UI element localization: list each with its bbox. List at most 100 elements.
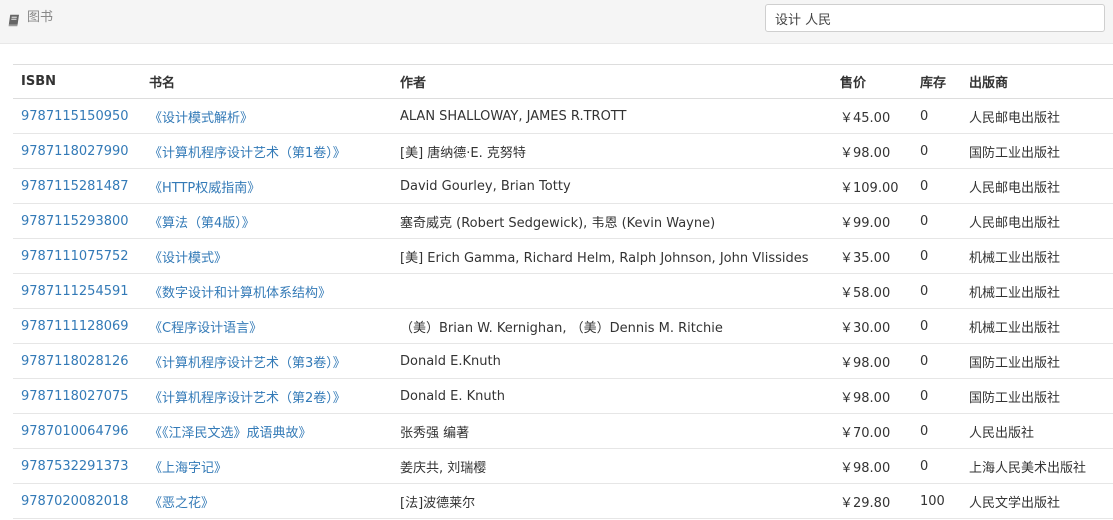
publisher-cell: 人民出版社 xyxy=(961,413,1113,449)
isbn-link[interactable]: 9787532291373 xyxy=(21,459,129,474)
book-title-link[interactable]: 《设计模式》 xyxy=(149,251,227,266)
column-header-price: 售价 xyxy=(832,64,912,99)
isbn-link[interactable]: 9787111128069 xyxy=(21,319,129,334)
author-cell: 塞奇威克 (Robert Sedgewick), 韦恩 (Kevin Wayne… xyxy=(392,203,832,239)
isbn-link[interactable]: 9787115281487 xyxy=(21,179,129,194)
publisher-cell: 机械工业出版社 xyxy=(961,273,1113,309)
column-header-stock: 库存 xyxy=(912,64,961,99)
price-cell: ￥30.00 xyxy=(832,308,912,344)
publisher-cell: 人民文学出版社 xyxy=(961,483,1113,519)
title-cell: 《设计模式解析》 xyxy=(141,98,392,134)
table-row: 9787118027075 《计算机程序设计艺术（第2卷）》 Donald E. K… xyxy=(13,378,1113,414)
isbn-link[interactable]: 9787118027075 xyxy=(21,389,129,404)
title-cell: 《计算机程序设计艺术（第3卷）》 xyxy=(141,343,392,379)
table-row: 9787111254591 《数字设计和计算机体系结构》 ￥58.00 0 机械工业出版… xyxy=(13,273,1113,309)
book-title-link[interactable]: 《计算机程序设计艺术（第2卷）》 xyxy=(149,391,346,406)
price-cell: ￥109.00 xyxy=(832,168,912,204)
book-title-link[interactable]: 《设计模式解析》 xyxy=(149,111,253,126)
book-title-link[interactable]: 《上海字记》 xyxy=(149,461,227,476)
table-row: 9787111128069 《C程序设计语言》 （美）Brian W. Kernig… xyxy=(13,308,1113,344)
isbn-cell: 9787115293800 xyxy=(13,203,141,239)
author-cell: （美）Brian W. Kernighan, （美）Dennis M. Ritc… xyxy=(392,308,832,344)
book-title-link[interactable]: 《计算机程序设计艺术（第1卷）》 xyxy=(149,146,346,161)
isbn-cell: 9787020082018 xyxy=(13,483,141,519)
author-cell: 张秀强 编著 xyxy=(392,413,832,449)
title-cell: 《HTTP权威指南》 xyxy=(141,168,392,204)
isbn-link[interactable]: 9787020082018 xyxy=(21,494,129,509)
top-bar: 图书 xyxy=(0,0,1113,44)
title-cell: 《《江泽民文选》成语典故》 xyxy=(141,413,392,449)
title-cell: 《计算机程序设计艺术（第1卷）》 xyxy=(141,133,392,169)
table-row: 9787111075752 《设计模式》 [美] Erich Gamma, Rich… xyxy=(13,238,1113,274)
isbn-link[interactable]: 9787115293800 xyxy=(21,214,129,229)
stock-cell: 100 xyxy=(912,483,961,519)
table-row: 9787532291373 《上海字记》 姜庆共, 刘瑞樱 ￥98.00 0 上海人民美术… xyxy=(13,448,1113,484)
author-cell: Donald E. Knuth xyxy=(392,378,832,414)
price-cell: ￥35.00 xyxy=(832,238,912,274)
isbn-cell: 9787111075752 xyxy=(13,238,141,274)
book-title-link[interactable]: 《HTTP权威指南》 xyxy=(149,181,260,196)
isbn-link[interactable]: 9787118027990 xyxy=(21,144,129,159)
title-cell: 《设计模式》 xyxy=(141,238,392,274)
author-cell: Donald E.Knuth xyxy=(392,343,832,379)
stock-cell: 0 xyxy=(912,98,961,134)
book-title-link[interactable]: 《C程序设计语言》 xyxy=(149,321,262,336)
publisher-cell: 机械工业出版社 xyxy=(961,308,1113,344)
table-header-row: ISBN 书名 作者 售价 库存 出版商 xyxy=(13,64,1113,99)
publisher-cell: 国防工业出版社 xyxy=(961,133,1113,169)
table-row: 9787118027990 《计算机程序设计艺术（第1卷）》 [美] 唐纳德·E. … xyxy=(13,133,1113,169)
title-cell: 《算法（第4版）》 xyxy=(141,203,392,239)
stock-cell: 0 xyxy=(912,238,961,274)
price-cell: ￥98.00 xyxy=(832,378,912,414)
title-cell: 《计算机程序设计艺术（第2卷）》 xyxy=(141,378,392,414)
publisher-cell: 国防工业出版社 xyxy=(961,343,1113,379)
isbn-cell: 9787115150950 xyxy=(13,98,141,134)
isbn-cell: 9787118028126 xyxy=(13,343,141,379)
stock-cell: 0 xyxy=(912,273,961,309)
book-title-link[interactable]: 《《江泽民文选》成语典故》 xyxy=(149,426,312,441)
author-cell: ALAN SHALLOWAY, JAMES R.TROTT xyxy=(392,98,832,134)
search-input[interactable] xyxy=(765,4,1105,32)
isbn-link[interactable]: 9787118028126 xyxy=(21,354,129,369)
title-cell: 《恶之花》 xyxy=(141,483,392,519)
price-cell: ￥29.80 xyxy=(832,483,912,519)
price-cell: ￥98.00 xyxy=(832,133,912,169)
title-cell: 《上海字记》 xyxy=(141,448,392,484)
publisher-cell: 人民邮电出版社 xyxy=(961,168,1113,204)
isbn-cell: 9787010064796 xyxy=(13,413,141,449)
author-cell xyxy=(392,273,832,309)
book-title-link[interactable]: 《数字设计和计算机体系结构》 xyxy=(149,286,331,301)
publisher-cell: 国防工业出版社 xyxy=(961,378,1113,414)
column-header-publisher: 出版商 xyxy=(961,64,1113,99)
isbn-link[interactable]: 9787010064796 xyxy=(21,424,129,439)
stock-cell: 0 xyxy=(912,168,961,204)
book-icon xyxy=(8,12,20,26)
isbn-link[interactable]: 9787111075752 xyxy=(21,249,129,264)
stock-cell: 0 xyxy=(912,448,961,484)
books-table: ISBN 书名 作者 售价 库存 出版商 9787115150950 《设计模式解… xyxy=(13,64,1113,519)
isbn-cell: 9787118027990 xyxy=(13,133,141,169)
isbn-cell: 9787115281487 xyxy=(13,168,141,204)
author-cell: [美] 唐纳德·E. 克努特 xyxy=(392,133,832,169)
table-row: 9787115281487 《HTTP权威指南》 David Gourley, Br… xyxy=(13,168,1113,204)
publisher-cell: 上海人民美术出版社 xyxy=(961,448,1113,484)
stock-cell: 0 xyxy=(912,413,961,449)
isbn-link[interactable]: 9787115150950 xyxy=(21,109,129,124)
book-title-link[interactable]: 《恶之花》 xyxy=(149,496,214,511)
books-table-container: ISBN 书名 作者 售价 库存 出版商 9787115150950 《设计模式解… xyxy=(13,64,1113,519)
stock-cell: 0 xyxy=(912,203,961,239)
table-row: 9787010064796 《《江泽民文选》成语典故》 张秀强 编著 ￥70.00 0 人… xyxy=(13,413,1113,449)
isbn-cell: 9787111254591 xyxy=(13,273,141,309)
price-cell: ￥45.00 xyxy=(832,98,912,134)
isbn-link[interactable]: 9787111254591 xyxy=(21,284,129,299)
stock-cell: 0 xyxy=(912,378,961,414)
price-cell: ￥98.00 xyxy=(832,343,912,379)
stock-cell: 0 xyxy=(912,308,961,344)
publisher-cell: 人民邮电出版社 xyxy=(961,203,1113,239)
table-row: 9787118028126 《计算机程序设计艺术（第3卷）》 Donald E.Kn… xyxy=(13,343,1113,379)
book-title-link[interactable]: 《计算机程序设计艺术（第3卷）》 xyxy=(149,356,346,371)
title-cell: 《C程序设计语言》 xyxy=(141,308,392,344)
isbn-cell: 9787532291373 xyxy=(13,448,141,484)
author-cell: David Gourley, Brian Totty xyxy=(392,168,832,204)
book-title-link[interactable]: 《算法（第4版）》 xyxy=(149,216,255,231)
